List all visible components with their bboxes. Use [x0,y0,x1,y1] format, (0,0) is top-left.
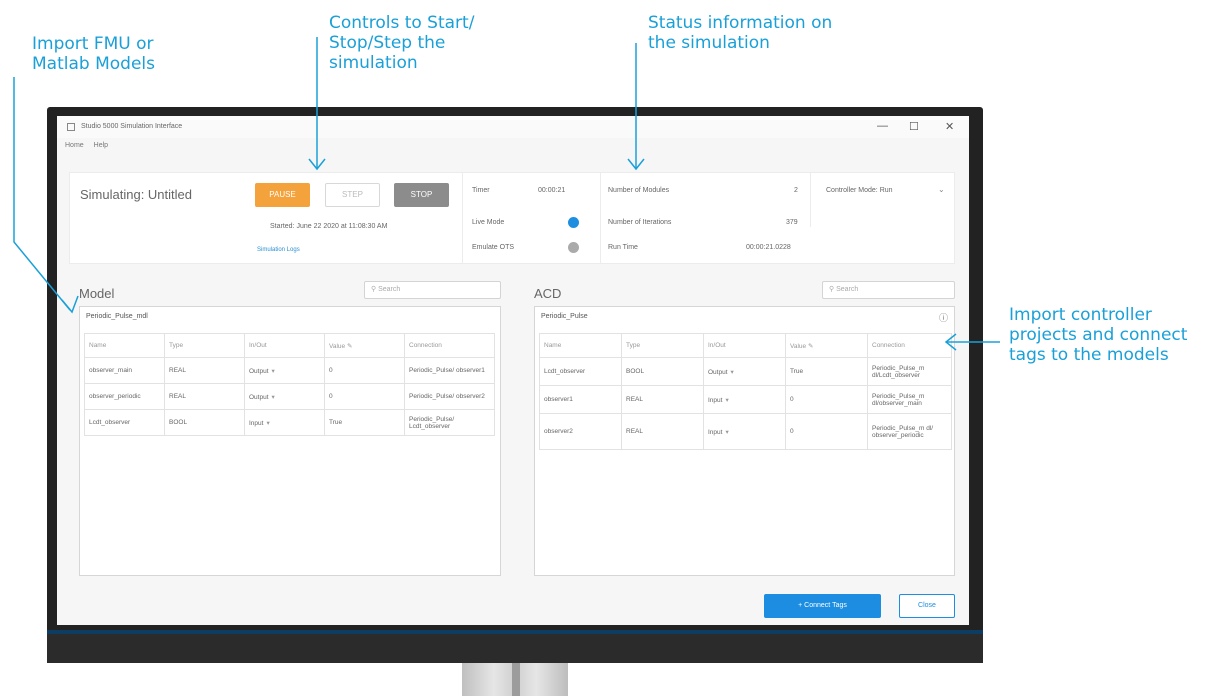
callout-line-import-models [13,77,71,311]
arrow-head-icon [61,295,79,314]
callout-lines [13,37,1000,351]
